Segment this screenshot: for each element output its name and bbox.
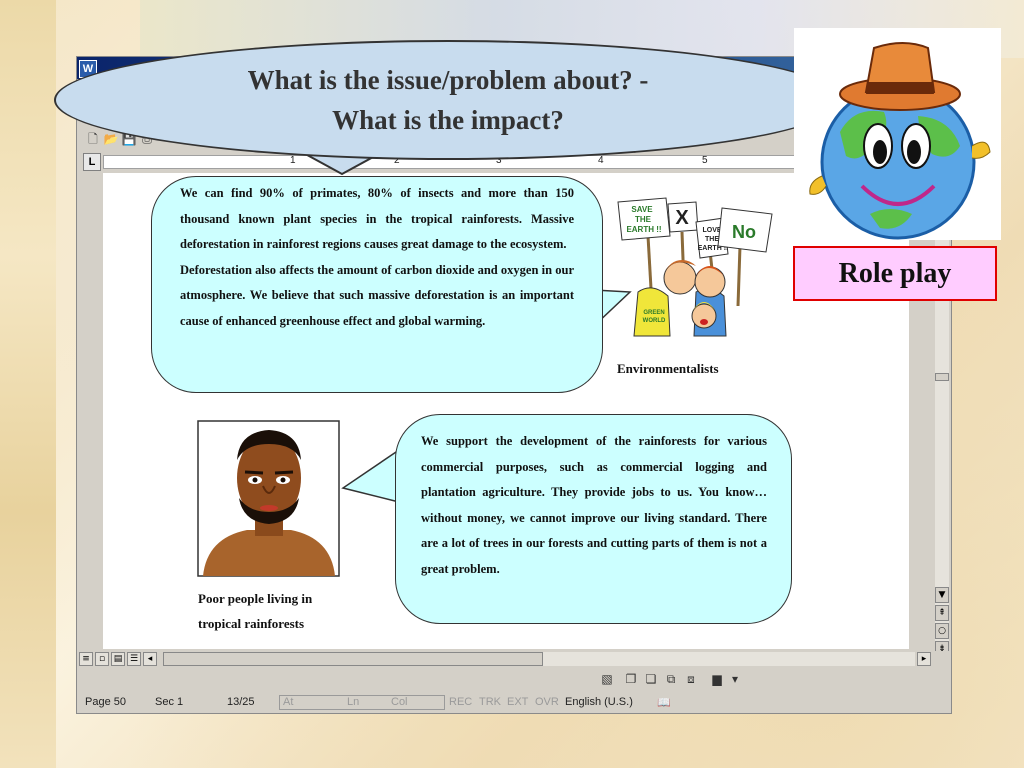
poor-person-portrait xyxy=(197,420,340,577)
shadow-icon[interactable]: ❐ xyxy=(623,671,639,687)
ruler-number: 4 xyxy=(598,155,604,166)
ruler-number: 1 xyxy=(290,155,296,166)
shirt-line1: GREEN xyxy=(643,310,664,316)
status-column: Col xyxy=(391,696,408,708)
group-icon[interactable]: ⧉ xyxy=(663,671,679,687)
poor-people-paragraph: We support the development of the rainfo… xyxy=(421,434,767,576)
question-line-1: What is the issue/problem about? - xyxy=(247,65,649,95)
fill-color-icon[interactable]: ▆ xyxy=(709,671,725,687)
background-strip xyxy=(0,0,56,768)
shirt-line2: WORLD xyxy=(643,318,666,324)
drawing-toolbar: ▧ ❐ ❏ ⧉ ⧈ ▆ ▾ xyxy=(77,669,951,691)
horizontal-scroll-row: ≡ ▫ ▤ ☰ ◂ ▸ xyxy=(77,651,951,667)
poor-people-speech-bubble: We support the development of the rainfo… xyxy=(395,414,792,624)
role-play-text: Role play xyxy=(838,257,952,289)
web-layout-icon[interactable]: ▫ xyxy=(95,652,109,666)
horizontal-scroll-thumb[interactable] xyxy=(163,652,543,666)
sign-x-mark: X xyxy=(675,207,689,229)
status-ovr[interactable]: OVR xyxy=(535,696,559,708)
environmentalists-illustration: SAVE THE EARTH !! X LOVE THE EARTH !! No… xyxy=(617,197,773,337)
horizontal-scrollbar[interactable] xyxy=(163,652,915,666)
status-rec[interactable]: REC xyxy=(449,696,472,708)
scroll-right-icon[interactable]: ▸ xyxy=(917,652,931,666)
sign-love-line2: THE xyxy=(705,236,719,243)
print-layout-icon[interactable]: ▤ xyxy=(111,652,125,666)
environmentalists-speech-bubble: We can find 90% of primates, 80% of inse… xyxy=(151,176,603,393)
status-ext[interactable]: EXT xyxy=(507,696,528,708)
scroll-left-icon[interactable]: ◂ xyxy=(143,652,157,666)
normal-view-icon[interactable]: ≡ xyxy=(79,652,93,666)
new-document-icon[interactable]: 🗋 xyxy=(85,131,101,147)
question-line-2: What is the impact? xyxy=(332,105,564,135)
status-position-box xyxy=(279,695,445,710)
environmentalists-paragraph-2: Deforestation also affects the amount of… xyxy=(180,262,574,328)
tab-stop-selector[interactable]: L xyxy=(83,153,101,171)
status-section: Sec 1 xyxy=(155,696,184,708)
status-language[interactable]: English (U.S.) xyxy=(565,696,633,708)
poor-people-caption-line2: tropical rainforests xyxy=(198,616,305,631)
poor-people-caption-line1: Poor people living in xyxy=(198,591,313,606)
sign-no: No xyxy=(732,222,756,242)
previous-page-icon[interactable]: ⇞ xyxy=(935,605,949,621)
globe-mascot-icon xyxy=(809,42,991,240)
status-line: Ln xyxy=(347,696,360,708)
status-bar: Page 50 Sec 1 13/25 At Ln Col REC TRK EX… xyxy=(77,693,951,713)
ruler-number: 5 xyxy=(702,155,708,166)
sign-save-line2: THE xyxy=(635,215,652,224)
line-style-icon[interactable]: ▧ xyxy=(599,671,615,687)
status-trk[interactable]: TRK xyxy=(479,696,501,708)
status-page: Page 50 xyxy=(85,696,126,708)
3d-icon[interactable]: ❏ xyxy=(643,671,659,687)
sign-save-line1: SAVE xyxy=(631,205,653,214)
ungroup-icon[interactable]: ⧈ xyxy=(683,671,699,687)
question-bubble: What is the issue/problem about? - What … xyxy=(54,40,842,160)
vertical-scroll-thumb[interactable] xyxy=(935,373,949,381)
outline-view-icon[interactable]: ☰ xyxy=(127,652,141,666)
spelling-status-icon[interactable]: 📖 xyxy=(657,696,671,709)
status-at: At xyxy=(283,696,294,708)
open-folder-icon[interactable]: 📂 xyxy=(103,131,119,147)
environmentalists-caption: Environmentalists xyxy=(617,361,719,376)
status-page-count: 13/25 xyxy=(227,696,255,708)
scroll-down-icon[interactable]: ▼ xyxy=(935,587,949,603)
environmentalists-paragraph-1: We can find 90% of primates, 80% of inse… xyxy=(180,186,574,252)
chevron-down-icon[interactable]: ▾ xyxy=(727,671,743,687)
role-play-label: Role play xyxy=(793,246,997,301)
select-browse-object-icon[interactable]: ○ xyxy=(935,623,949,639)
sign-save-line3: EARTH !! xyxy=(626,225,661,234)
speech-tail-left xyxy=(341,448,403,503)
